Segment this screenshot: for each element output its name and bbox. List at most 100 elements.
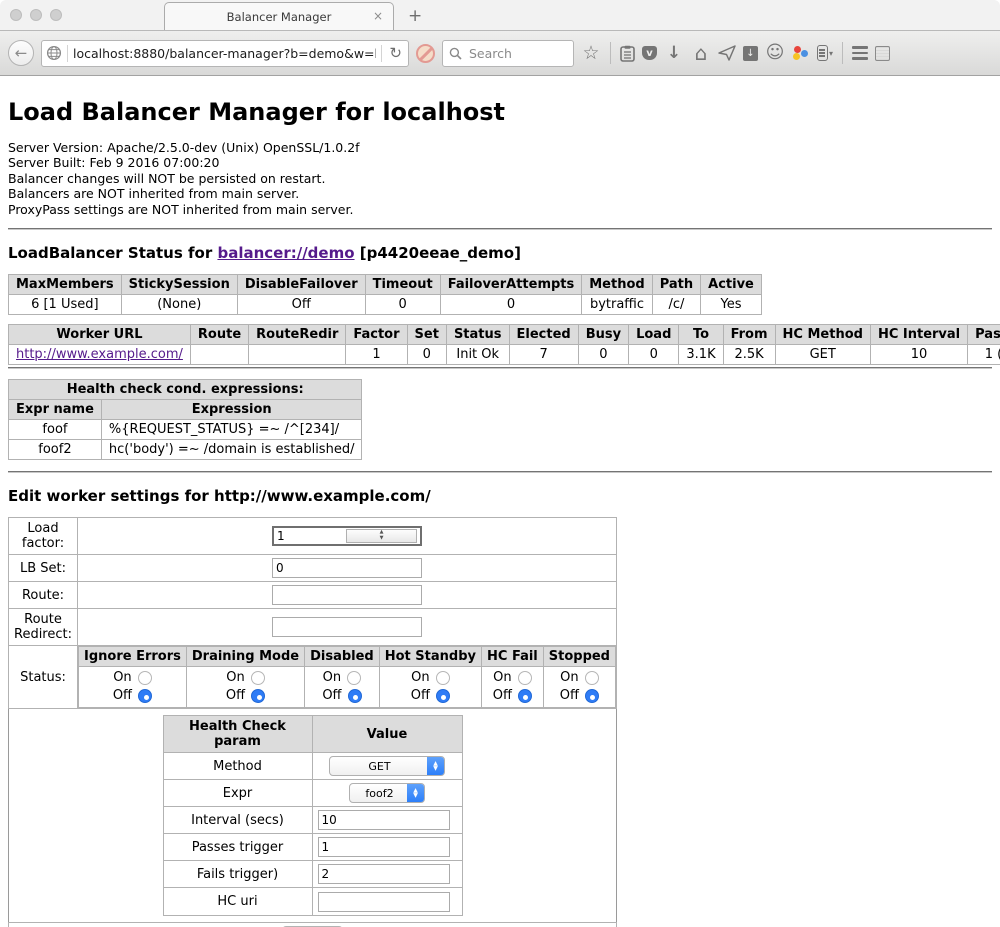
col-factor: Factor bbox=[346, 325, 407, 345]
hot-standby-off-radio[interactable] bbox=[436, 689, 450, 703]
cell-hc-method: GET bbox=[775, 345, 870, 365]
worker-row: http://www.example.com/ 1 0 Init Ok 7 0 … bbox=[9, 345, 1000, 365]
home-icon[interactable]: ⌂ bbox=[691, 43, 711, 63]
cell-stickysession: (None) bbox=[121, 295, 237, 315]
off-label: Off bbox=[411, 687, 430, 705]
health-check-params-row: Health Check param Value Method GET ▲▼ bbox=[9, 709, 617, 923]
number-spinner[interactable]: ▲ ▼ bbox=[346, 529, 417, 543]
toolbar-separator bbox=[842, 42, 843, 64]
colored-dots-extension-icon[interactable] bbox=[792, 45, 810, 61]
new-tab-button[interactable]: + bbox=[408, 6, 422, 26]
disabled-on-radio[interactable] bbox=[347, 671, 361, 685]
cell-expression: hc('body') =~ /domain is established/ bbox=[101, 440, 362, 460]
sidebar-doc-icon[interactable] bbox=[875, 46, 890, 61]
hc-fails-input[interactable]: 2 bbox=[318, 864, 450, 884]
cell-failoverattempts: 0 bbox=[440, 295, 582, 315]
menu-icon[interactable] bbox=[852, 46, 868, 60]
col-method: Method bbox=[582, 275, 652, 295]
expr-row: foof2 hc('body') =~ /domain is establish… bbox=[9, 440, 362, 460]
expr-row: foof %{REQUEST_STATUS} =~ /^[234]/ bbox=[9, 420, 362, 440]
cell-busy: 0 bbox=[578, 345, 628, 365]
chevron-down-icon: ▾ bbox=[829, 49, 833, 58]
draining-mode-on-radio[interactable] bbox=[251, 671, 265, 685]
lb-set-label: LB Set: bbox=[9, 555, 78, 582]
url-text[interactable]: localhost:8880/balancer-manager?b=demo&w… bbox=[73, 46, 376, 61]
stopped-off-radio[interactable] bbox=[585, 689, 599, 703]
cell-factor: 1 bbox=[346, 345, 407, 365]
col-path: Path bbox=[652, 275, 700, 295]
route-label: Route: bbox=[9, 582, 78, 609]
cell-expression: %{REQUEST_STATUS} =~ /^[234]/ bbox=[101, 420, 362, 440]
table-header-row: MaxMembers StickySession DisableFailover… bbox=[9, 275, 762, 295]
minimize-window-button[interactable] bbox=[30, 9, 42, 21]
route-input[interactable] bbox=[272, 585, 422, 605]
section-divider bbox=[8, 228, 992, 230]
toolbar-separator bbox=[610, 42, 611, 64]
blocker-extension-icon[interactable] bbox=[416, 44, 435, 63]
cell-route bbox=[190, 345, 248, 365]
col-disablefailover: DisableFailover bbox=[237, 275, 365, 295]
col-from: From bbox=[723, 325, 775, 345]
search-bar[interactable] bbox=[442, 40, 574, 67]
url-bar[interactable]: localhost:8880/balancer-manager?b=demo&w… bbox=[41, 40, 409, 67]
downloads-icon[interactable]: ↓ bbox=[664, 45, 684, 62]
hc-fail-off-radio[interactable] bbox=[518, 689, 532, 703]
tab-close-icon[interactable]: × bbox=[373, 9, 383, 23]
col-hc-fail: HC Fail bbox=[482, 647, 544, 667]
load-factor-row: Load factor: 1 ▲ ▼ bbox=[9, 518, 617, 555]
hot-standby-on-radio[interactable] bbox=[436, 671, 450, 685]
cell-path: /c/ bbox=[652, 295, 700, 315]
hc-method-value: GET bbox=[338, 760, 427, 773]
on-label: On bbox=[493, 669, 511, 687]
hc-interval-input[interactable]: 10 bbox=[318, 810, 450, 830]
search-input[interactable] bbox=[467, 45, 552, 62]
navigation-toolbar: ← localhost:8880/balancer-manager?b=demo… bbox=[0, 31, 1000, 76]
page-title: Load Balancer Manager for localhost bbox=[8, 98, 992, 126]
forum-smiley-icon[interactable]: ☺ bbox=[765, 44, 785, 62]
close-window-button[interactable] bbox=[10, 9, 22, 21]
hc-expr-label: Expr bbox=[163, 780, 312, 807]
hc-expr-select[interactable]: foof2 ▲▼ bbox=[349, 783, 425, 803]
table-header-row: Worker URL Route RouteRedir Factor Set S… bbox=[9, 325, 1000, 345]
pocket-icon[interactable]: v bbox=[642, 46, 657, 60]
col-draining-mode: Draining Mode bbox=[186, 647, 304, 667]
col-set: Set bbox=[407, 325, 446, 345]
stopped-on-radio[interactable] bbox=[585, 671, 599, 685]
hc-passes-input[interactable]: 1 bbox=[318, 837, 450, 857]
hc-method-select[interactable]: GET ▲▼ bbox=[329, 756, 445, 776]
balancer-link[interactable]: balancer://demo bbox=[217, 244, 354, 262]
tab-balancer-manager[interactable]: Balancer Manager × bbox=[164, 2, 394, 30]
back-button[interactable]: ← bbox=[8, 40, 34, 66]
worker-url-link[interactable]: http://www.example.com/ bbox=[16, 347, 183, 362]
col-hot-standby: Hot Standby bbox=[379, 647, 481, 667]
worker-status-table: Worker URL Route RouteRedir Factor Set S… bbox=[8, 324, 1000, 365]
reload-icon[interactable]: ↻ bbox=[387, 44, 404, 62]
zoom-window-button[interactable] bbox=[50, 9, 62, 21]
persist-note-line: Balancer changes will NOT be persisted o… bbox=[8, 171, 992, 186]
hc-fail-on-radio[interactable] bbox=[518, 671, 532, 685]
send-plane-icon[interactable] bbox=[718, 45, 736, 61]
disabled-off-radio[interactable] bbox=[348, 689, 362, 703]
hc-passes-row: Passes trigger 1 bbox=[163, 834, 462, 861]
inherit-note-line: Balancers are NOT inherited from main se… bbox=[8, 186, 992, 201]
save-page-icon[interactable]: ↓ bbox=[743, 46, 758, 61]
on-label: On bbox=[226, 669, 244, 687]
draining-mode-off-radio[interactable] bbox=[251, 689, 265, 703]
reading-list-icon[interactable] bbox=[620, 45, 635, 62]
ignore-errors-off-radio[interactable] bbox=[138, 689, 152, 703]
on-label: On bbox=[113, 669, 131, 687]
ignore-errors-on-radio[interactable] bbox=[138, 671, 152, 685]
route-redirect-input[interactable] bbox=[272, 617, 422, 637]
bookmark-star-icon[interactable]: ☆ bbox=[581, 44, 601, 63]
col-stopped: Stopped bbox=[543, 647, 615, 667]
spinner-down-icon[interactable]: ▼ bbox=[380, 536, 384, 542]
cell-set: 0 bbox=[407, 345, 446, 365]
hc-method-label: Method bbox=[163, 753, 312, 780]
cell-load: 0 bbox=[629, 345, 679, 365]
off-label: Off bbox=[560, 687, 579, 705]
load-factor-input[interactable]: 1 ▲ ▼ bbox=[272, 526, 422, 546]
cell-method: bytraffic bbox=[582, 295, 652, 315]
lb-set-input[interactable] bbox=[272, 558, 422, 578]
hc-uri-input[interactable] bbox=[318, 892, 450, 912]
container-extension-button[interactable]: ▾ bbox=[817, 45, 833, 61]
